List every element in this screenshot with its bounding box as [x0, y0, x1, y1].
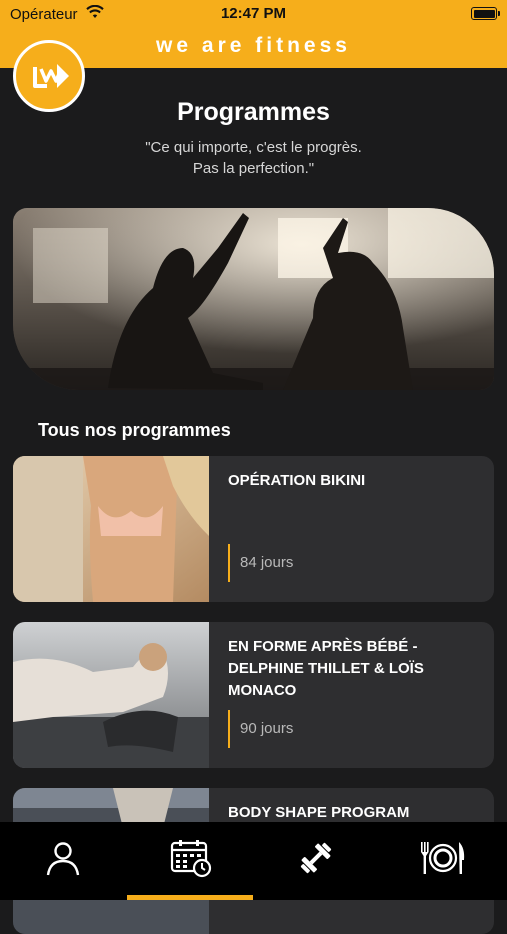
program-duration: 84 jours [228, 544, 293, 582]
program-image [13, 456, 209, 602]
hero-image [13, 208, 494, 390]
bottom-tab-bar [0, 822, 507, 900]
page-quote: "Ce qui importe, c'est le progrès. Pas l… [60, 137, 447, 179]
quote-line-2: Pas la perfection." [192, 160, 315, 177]
program-duration: 90 jours [228, 710, 293, 748]
program-name: EN FORME APRÈS BÉBÉ - DELPHINE THILLET &… [228, 638, 424, 699]
program-name: BODY SHAPE PROGRAM [228, 804, 410, 821]
dumbbell-icon [300, 842, 332, 874]
tab-workouts[interactable] [253, 822, 379, 900]
clock: 12:47 PM [220, 5, 287, 22]
tab-nutrition[interactable] [380, 822, 506, 900]
program-image [13, 622, 209, 768]
active-tab-indicator [127, 895, 253, 900]
quote-line-1: "Ce qui importe, c'est le progrès. [145, 139, 362, 156]
plate-fork-knife-icon [421, 842, 465, 874]
tab-profile[interactable] [0, 822, 126, 900]
app-logo-icon[interactable] [13, 40, 85, 112]
program-card-operation-bikini[interactable]: OPÉRATION BIKINI 84 jours [13, 456, 494, 602]
battery-icon [471, 7, 500, 20]
calendar-icon [170, 840, 212, 878]
profile-icon [46, 842, 80, 876]
tab-calendar[interactable] [127, 822, 253, 900]
status-bar: Opérateur 12:47 PM [0, 0, 507, 28]
program-card-en-forme-apres-bebe[interactable]: EN FORME APRÈS BÉBÉ - DELPHINE THILLET &… [13, 622, 494, 768]
section-title: Tous nos programmes [38, 420, 231, 440]
program-name: OPÉRATION BIKINI [228, 472, 366, 489]
